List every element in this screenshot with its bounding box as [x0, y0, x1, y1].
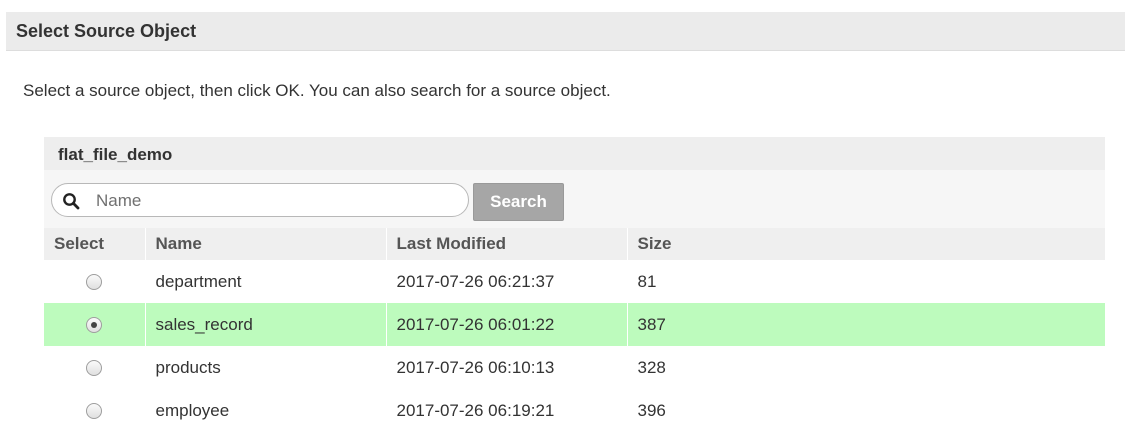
- dialog-header: Select Source Object: [6, 12, 1125, 51]
- size-cell: 81: [637, 271, 657, 291]
- search-input[interactable]: [94, 189, 458, 213]
- table-header-row: Select Name Last Modified Size: [44, 228, 1105, 260]
- size-cell: 387: [627, 303, 1105, 346]
- select-cell: [44, 260, 146, 303]
- column-header-last-modified[interactable]: Last Modified: [386, 228, 628, 260]
- folder-header: flat_file_demo: [44, 137, 1105, 170]
- last-modified-cell: 2017-07-26 06:01:22: [386, 303, 628, 346]
- table-row[interactable]: department 2017-07-26 06:21:37 81: [44, 260, 1105, 303]
- search-button[interactable]: Search: [473, 183, 564, 221]
- instructions-text: Select a source object, then click OK. Y…: [23, 81, 611, 100]
- object-name-cell: sales_record: [145, 303, 387, 346]
- column-header-select: Select: [44, 228, 146, 260]
- select-radio[interactable]: [86, 360, 103, 377]
- select-cell: [44, 389, 146, 432]
- dialog-title: Select Source Object: [16, 21, 197, 41]
- select-radio[interactable]: [86, 274, 103, 291]
- last-modified-cell: 2017-07-26 06:19:21: [386, 389, 628, 432]
- select-cell: [44, 346, 146, 389]
- select-radio[interactable]: [86, 403, 103, 420]
- table-row[interactable]: sales_record 2017-07-26 06:01:22 387: [44, 303, 1105, 346]
- object-name-cell: employee: [145, 389, 387, 432]
- source-object-table: Select Name Last Modified Size departmen…: [44, 228, 1105, 432]
- size-cell: 328: [637, 357, 666, 377]
- search-box[interactable]: [51, 183, 469, 217]
- table-row[interactable]: employee 2017-07-26 06:19:21 396: [44, 389, 1105, 432]
- object-name-cell: department: [145, 260, 387, 303]
- folder-name: flat_file_demo: [58, 145, 173, 164]
- search-icon: [63, 193, 80, 210]
- column-header-name[interactable]: Name: [145, 228, 387, 260]
- size-cell: 396: [637, 400, 666, 420]
- table-row[interactable]: products 2017-07-26 06:10:13 328: [44, 346, 1105, 389]
- object-browser-panel: flat_file_demo Search Select Name Last M…: [44, 137, 1105, 432]
- select-cell: [44, 303, 146, 346]
- select-radio[interactable]: [86, 317, 103, 334]
- last-modified-cell: 2017-07-26 06:21:37: [386, 260, 628, 303]
- last-modified-cell: 2017-07-26 06:10:13: [386, 346, 628, 389]
- object-name-cell: products: [145, 346, 387, 389]
- search-bar: Search: [44, 170, 1105, 228]
- column-header-size[interactable]: Size: [627, 228, 1105, 260]
